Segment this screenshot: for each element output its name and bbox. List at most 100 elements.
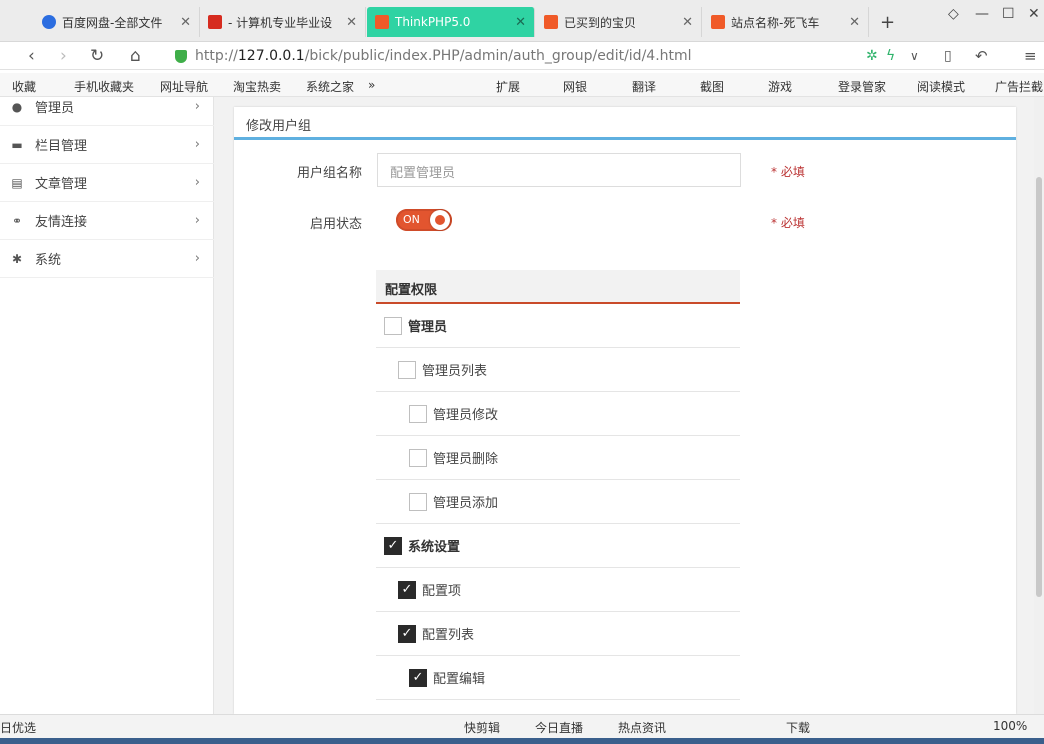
zoom-level[interactable]: 100%: [993, 719, 1027, 733]
sidebar-item-label: 系统: [35, 253, 62, 268]
new-tab-icon[interactable]: +: [880, 12, 895, 33]
toggle-text: ON: [403, 213, 420, 226]
permission-label: 管理员删除: [433, 452, 499, 467]
bookmark-item[interactable]: 登录管家: [838, 78, 886, 95]
sidebar-item-category[interactable]: ▬ 栏目管理 ›: [0, 126, 214, 164]
refresh-icon[interactable]: ↻: [90, 46, 104, 66]
permission-row[interactable]: ✓ 配置编辑: [376, 656, 740, 700]
skin-icon[interactable]: ◇: [948, 6, 959, 22]
sidebar-item-label: 栏目管理: [35, 139, 88, 154]
folder-icon: ▬: [11, 137, 23, 152]
browser-tab[interactable]: 百度网盘-全部文件 ✕: [34, 7, 200, 37]
tab-label: ThinkPHP5.0: [395, 15, 471, 29]
checkbox[interactable]: [409, 448, 427, 467]
browser-tab[interactable]: 已买到的宝贝 ✕: [536, 7, 702, 37]
window-close-icon[interactable]: ✕: [1028, 6, 1040, 22]
bookmark-item[interactable]: 系统之家: [306, 78, 354, 95]
lightning-icon[interactable]: ϟ: [886, 48, 895, 64]
address-input[interactable]: http:// 127.0.0.1 /bick/public/index.PHP…: [165, 45, 845, 67]
thinkphp-icon: [375, 15, 389, 29]
browser-tab-strip: 百度网盘-全部文件 ✕ - 计算机专业毕业设 ✕ ThinkPHP5.0 ✕ 已…: [0, 0, 1044, 42]
bookmark-more[interactable]: »: [368, 78, 375, 92]
status-item[interactable]: 热点资讯: [618, 719, 666, 736]
main-content: 修改用户组 用户组名称 配置管理员 * 必填 启用状态 ON * 必填 配置权限…: [214, 97, 1044, 714]
speedup-icon[interactable]: ✲: [866, 48, 878, 64]
status-item[interactable]: 快剪辑: [464, 719, 500, 736]
permission-label: 系统设置: [408, 540, 461, 555]
checkbox[interactable]: [398, 360, 416, 379]
permission-label: 管理员修改: [433, 408, 499, 423]
dropdown-icon[interactable]: ∨: [910, 49, 919, 63]
permission-row[interactable]: ✓ 配置列表: [376, 612, 740, 656]
panel-title: 修改用户组: [246, 119, 312, 134]
red-square-icon: [208, 15, 222, 29]
bookmark-item[interactable]: 截图: [700, 78, 724, 95]
close-icon[interactable]: ✕: [174, 15, 191, 30]
scrollbar-thumb[interactable]: [1036, 177, 1042, 597]
permission-row[interactable]: 管理员: [376, 304, 740, 348]
bookmark-item[interactable]: 翻译: [632, 78, 656, 95]
bookmark-item[interactable]: 扩展: [496, 78, 520, 95]
bookmark-item[interactable]: 网银: [563, 78, 587, 95]
checkbox-checked[interactable]: ✓: [398, 624, 416, 643]
chevron-right-icon: ›: [194, 99, 200, 114]
permission-row[interactable]: 管理员列表: [376, 348, 740, 392]
close-icon[interactable]: ✕: [676, 15, 693, 30]
os-taskbar: [0, 738, 1044, 744]
sidebar-item-articles[interactable]: ▤ 文章管理 ›: [0, 164, 214, 202]
chevron-right-icon: ›: [194, 251, 200, 266]
maximize-icon[interactable]: ☐: [1002, 6, 1015, 22]
permission-row[interactable]: ✓ 配置项: [376, 568, 740, 612]
sidebar-item-system[interactable]: ✱ 系统 ›: [0, 240, 214, 278]
permission-label: 配置编辑: [433, 672, 486, 687]
undo-icon[interactable]: ↶: [975, 47, 988, 65]
checkbox-checked[interactable]: ✓: [409, 668, 427, 687]
mobile-icon[interactable]: ▯: [944, 48, 952, 64]
baidu-cloud-icon: [42, 15, 56, 29]
checkbox-checked[interactable]: ✓: [398, 580, 416, 599]
home-icon[interactable]: ⌂: [130, 46, 141, 66]
bookmark-item[interactable]: 游戏: [768, 78, 792, 95]
bookmark-item[interactable]: 阅读模式: [917, 78, 965, 95]
permission-label: 管理员添加: [433, 496, 499, 511]
required-hint: * 必填: [771, 216, 805, 230]
permission-label: 配置项: [422, 584, 462, 599]
url-path: /bick/public/index.PHP/admin/auth_group/…: [304, 48, 692, 64]
browser-tab[interactable]: 站点名称-死飞车 ✕: [703, 7, 869, 37]
browser-tab-active[interactable]: ThinkPHP5.0 ✕: [367, 7, 535, 37]
group-name-input[interactable]: 配置管理员: [377, 153, 741, 187]
sidebar-item-admin[interactable]: ● 管理员 ›: [0, 88, 214, 126]
admin-sidebar: ● 管理员 › ▬ 栏目管理 › ▤ 文章管理 › ⚭ 友情连接 › ✱ 系统 …: [0, 97, 214, 714]
status-item[interactable]: 日优选: [0, 719, 36, 736]
close-icon[interactable]: ✕: [843, 15, 860, 30]
bookmark-item[interactable]: 淘宝热卖: [233, 78, 281, 95]
status-item[interactable]: 下载: [786, 719, 810, 736]
chevron-right-icon: ›: [194, 175, 200, 190]
status-item[interactable]: 今日直播: [535, 719, 583, 736]
panel-divider: [234, 137, 1016, 140]
status-toggle[interactable]: ON: [396, 209, 452, 231]
permission-header: 配置权限: [376, 270, 740, 304]
close-icon[interactable]: ✕: [509, 15, 526, 30]
checkbox[interactable]: [409, 492, 427, 511]
browser-tab[interactable]: - 计算机专业毕业设 ✕: [200, 7, 366, 37]
chevron-right-icon: ›: [194, 137, 200, 152]
checkbox[interactable]: [409, 404, 427, 423]
bookmark-item[interactable]: 广告拦截: [995, 78, 1043, 95]
back-icon[interactable]: ‹: [28, 46, 35, 66]
page-scrollbar[interactable]: [1034, 97, 1044, 714]
forward-icon[interactable]: ›: [60, 46, 67, 66]
sidebar-item-links[interactable]: ⚭ 友情连接 ›: [0, 202, 214, 240]
permission-row[interactable]: 管理员添加: [376, 480, 740, 524]
permission-row[interactable]: 管理员修改: [376, 392, 740, 436]
tab-label: 站点名称-死飞车: [731, 15, 820, 30]
link-icon: ⚭: [11, 213, 23, 228]
permission-row[interactable]: ✓ 系统设置: [376, 524, 740, 568]
minimize-icon[interactable]: —: [975, 6, 989, 22]
menu-icon[interactable]: ≡: [1024, 47, 1037, 65]
gear-icon: ✱: [11, 251, 23, 266]
permission-row[interactable]: 管理员删除: [376, 436, 740, 480]
close-icon[interactable]: ✕: [340, 15, 357, 30]
checkbox-checked[interactable]: ✓: [384, 536, 402, 555]
checkbox[interactable]: [384, 316, 402, 335]
